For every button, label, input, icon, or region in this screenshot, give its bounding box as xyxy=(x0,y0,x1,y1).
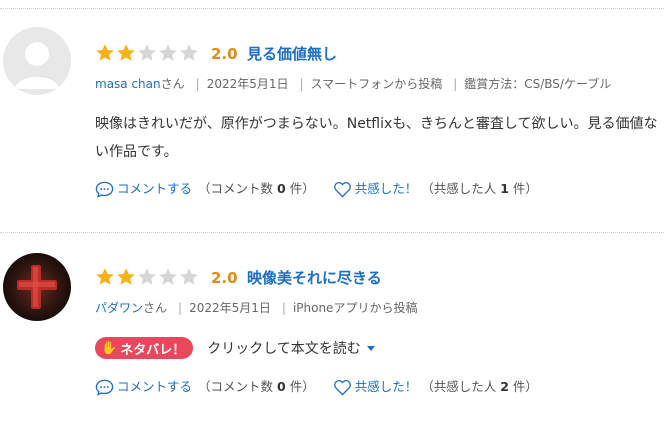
meta-separator: | xyxy=(178,301,183,315)
rating-score: 2.0 xyxy=(211,45,238,63)
comment-button[interactable]: コメントする xyxy=(95,179,192,199)
user-honorific: さん xyxy=(143,301,168,315)
user-name[interactable]: パダワン xyxy=(95,299,143,317)
review-title[interactable]: 見る価値無し xyxy=(247,44,337,64)
review-title[interactable]: 映像美それに尽きる xyxy=(247,268,382,288)
like-count-value: 2 xyxy=(500,379,509,394)
comment-count-prefix: （コメント数 xyxy=(198,181,274,196)
like-label: 共感した！ xyxy=(354,181,418,196)
avatar[interactable] xyxy=(3,27,71,95)
like-count-prefix: （共感した人 xyxy=(421,379,497,394)
avatar[interactable] xyxy=(3,253,71,321)
user-honorific: さん xyxy=(160,77,185,91)
meta-separator: | xyxy=(195,77,200,91)
comment-count-suffix: 件） xyxy=(289,181,315,196)
star-empty-icon xyxy=(180,268,198,285)
read-spoiler-button[interactable]: クリックして本文を読む xyxy=(207,338,375,358)
comment-count-suffix: 件） xyxy=(289,379,315,394)
comment-label: コメントする xyxy=(117,379,193,394)
comment-count: （コメント数 0 件） xyxy=(198,179,315,199)
post-source: スマートフォンから投稿 xyxy=(310,77,443,91)
star-filled-icon xyxy=(96,44,114,61)
star-empty-icon xyxy=(180,44,198,61)
like-label: 共感した！ xyxy=(354,379,418,394)
like-count-suffix: 件） xyxy=(512,181,538,196)
review-divider xyxy=(0,232,664,233)
review-actions: コメントする （コメント数 0 件） 共感した！ （共感した人 1 件） xyxy=(95,179,538,199)
like-button[interactable]: 共感した！ xyxy=(333,179,418,199)
comment-label: コメントする xyxy=(117,181,193,196)
heart-icon xyxy=(333,181,351,198)
hand-icon: ✋ xyxy=(101,340,118,356)
like-count-prefix: （共感した人 xyxy=(421,181,497,196)
star-filled-icon xyxy=(96,268,114,285)
review-actions: コメントする （コメント数 0 件） 共感した！ （共感した人 2 件） xyxy=(95,377,538,397)
comment-count-value: 0 xyxy=(277,181,286,196)
post-date: 2022年5月1日 xyxy=(189,301,271,315)
star-filled-icon xyxy=(117,44,135,61)
comment-count-value: 0 xyxy=(277,379,286,394)
caret-down-icon xyxy=(366,345,375,351)
review-meta: masa chan さん | 2022年5月1日 | スマートフォンから投稿 | … xyxy=(95,75,611,93)
post-source: iPhoneアプリから投稿 xyxy=(292,301,418,315)
post-date: 2022年5月1日 xyxy=(206,77,289,91)
spoiler-badge-label: ネタバレ！ xyxy=(120,342,186,358)
star-empty-icon xyxy=(159,44,177,61)
divider-top xyxy=(0,8,664,9)
like-count-suffix: 件） xyxy=(512,379,538,394)
speech-bubble-icon xyxy=(95,379,114,396)
read-spoiler-label: クリックして本文を読む xyxy=(207,341,361,357)
star-empty-icon xyxy=(138,268,156,285)
heart-icon xyxy=(333,379,351,396)
star-empty-icon xyxy=(138,44,156,61)
spoiler-row: ✋ ネタバレ！ クリックして本文を読む xyxy=(95,337,375,359)
rating-score: 2.0 xyxy=(211,269,238,287)
user-name[interactable]: masa chan xyxy=(95,75,161,93)
speech-bubble-icon xyxy=(95,181,114,198)
comment-count: （コメント数 0 件） xyxy=(198,377,315,397)
default-user-icon xyxy=(3,27,71,95)
spoiler-badge: ✋ ネタバレ！ xyxy=(95,337,194,359)
review-meta: パダワン さん | 2022年5月1日 | iPhoneアプリから投稿 xyxy=(95,299,417,317)
like-button[interactable]: 共感した！ xyxy=(333,377,418,397)
star-filled-icon xyxy=(117,268,135,285)
star-rating xyxy=(95,267,200,289)
comment-count-prefix: （コメント数 xyxy=(198,379,274,394)
like-count-value: 1 xyxy=(500,181,509,196)
review-body: 映像はきれいだが、原作がつまらない。Netflixも、きちんと審査して欲しい。見… xyxy=(95,116,658,160)
viewing-method: 鑑賞方法：CS/BS/ケーブル xyxy=(464,77,612,91)
red-cross-avatar-icon xyxy=(3,253,71,321)
meta-separator: | xyxy=(299,77,304,91)
like-count: （共感した人 1 件） xyxy=(421,179,538,199)
star-empty-icon xyxy=(159,268,177,285)
star-rating xyxy=(95,43,200,65)
meta-separator: | xyxy=(453,77,458,91)
like-count: （共感した人 2 件） xyxy=(421,377,538,397)
comment-button[interactable]: コメントする xyxy=(95,377,192,397)
meta-separator: | xyxy=(281,301,286,315)
